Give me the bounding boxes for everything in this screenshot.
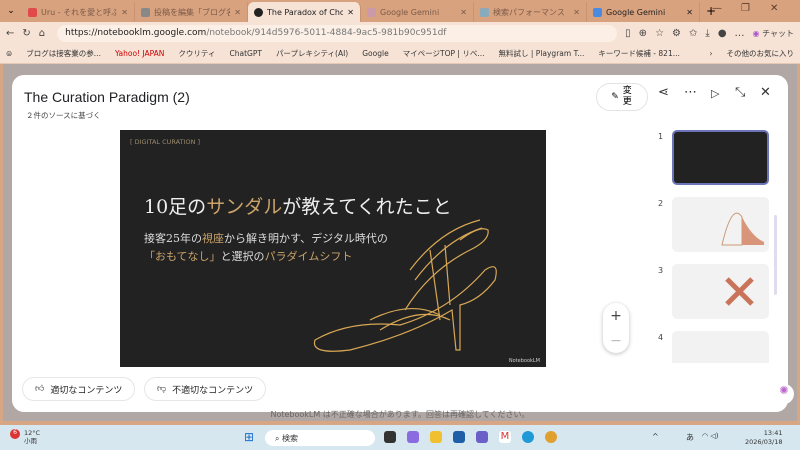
copilot-icon[interactable] (407, 431, 419, 443)
file-explorer-icon[interactable] (430, 431, 442, 443)
slide-tag: [ DIGITAL CURATION ] (130, 138, 201, 146)
notebooklm-watermark: NotebookLM (508, 358, 540, 364)
search-console-icon (480, 7, 489, 17)
bookmark[interactable]: Yahoo! JAPAN (115, 49, 164, 58)
slide-preview: [ DIGITAL CURATION ] 10足のサンダルが教えてくれたこと 接… (120, 130, 546, 367)
close-window-button[interactable]: ✕ (770, 3, 778, 14)
thumbnail-scrollbar[interactable] (774, 215, 777, 295)
zoom-controls: + − (603, 303, 629, 353)
thumbnail-1[interactable]: 1 (652, 130, 772, 197)
clock[interactable]: 13:41 2026/03/18 (745, 429, 782, 447)
refresh-icon[interactable]: ↻ (22, 28, 30, 39)
profile-icon[interactable]: ● (718, 28, 727, 39)
tab-active[interactable]: The Paradox of Choice in✕ (248, 2, 361, 22)
zoom-icon[interactable]: ⊕ (639, 28, 647, 39)
ime-indicator[interactable]: あ (686, 432, 694, 443)
bookmark[interactable]: ブログは接客業の参... (26, 48, 101, 59)
gemini-icon (367, 7, 376, 17)
gemini-assistant-icon[interactable]: ✺ (774, 384, 794, 404)
favorite-icon[interactable]: ☆ (655, 28, 664, 39)
collections-icon[interactable]: ⊜ (6, 49, 12, 58)
more-icon[interactable]: … (735, 28, 745, 39)
reader-icon[interactable]: ▯ (625, 28, 631, 39)
taskbar: 6 12°C 小雨 ⊞ ⌕ 検索 M ^ あ ◠ ◁) 13:41 2026/03/… (0, 425, 800, 450)
pencil-icon: ✎ (611, 92, 619, 102)
copilot-icon: ◉ (752, 28, 760, 38)
close-icon[interactable]: ✕ (760, 85, 771, 100)
windows-start-icon[interactable]: ⊞ (244, 430, 254, 444)
url-input[interactable]: https://notebooklm.google.com/notebook/9… (57, 24, 618, 42)
taskbar-search[interactable]: ⌕ 検索 (265, 430, 375, 446)
home-icon[interactable]: ⌂ (39, 28, 45, 39)
sandal-illustration (313, 219, 497, 352)
thumbnail-2[interactable]: 2 (652, 197, 772, 264)
gemini-icon (593, 7, 602, 17)
chevron-right-icon[interactable]: › (710, 49, 713, 58)
more-options-icon[interactable]: ⋯ (684, 85, 697, 100)
address-bar-row: ← ↻ ⌂ https://notebooklm.google.com/note… (0, 22, 800, 44)
thumbnail-3[interactable]: 3 (652, 264, 772, 331)
back-icon[interactable]: ← (6, 28, 14, 39)
notebooklm-icon (254, 7, 263, 17)
copilot-button[interactable]: ◉ チャット (753, 28, 794, 39)
tab-bar: ⌄ Uru - それを愛と呼ぶなら✕ 投稿を編集「ブログ名の✕ The Para… (0, 0, 800, 22)
zoom-in-button[interactable]: + (610, 308, 622, 324)
slide-viewer-dialog: The Curation Paradigm (2) ２件のソースに基づく ✎ 変更… (12, 75, 788, 412)
edit-button[interactable]: ✎ 変更 (596, 83, 648, 111)
thumbnail-chart (721, 212, 764, 246)
tab[interactable]: 検索パフォーマンス ✕ (474, 2, 587, 22)
thumbs-up-icon: 👍︎ (35, 384, 45, 394)
play-icon[interactable]: ▷ (711, 87, 719, 100)
network-volume-icon[interactable]: ◠ ◁) (702, 432, 718, 440)
tab[interactable]: Google Gemini ✕ (361, 2, 474, 22)
thumbnail-image (672, 264, 769, 319)
weather-widget[interactable]: 6 12°C 小雨 (10, 429, 40, 445)
dialog-title: The Curation Paradigm (2) (24, 89, 190, 105)
thumbnail-cross (725, 277, 754, 306)
youtube-icon (28, 7, 37, 17)
chrome-icon[interactable] (545, 431, 557, 443)
thumbnail-image (672, 130, 769, 185)
thumbnail-4[interactable]: 4 (652, 331, 772, 398)
thumbnail-image (672, 197, 769, 252)
tray-chevron-icon[interactable]: ^ (652, 432, 659, 441)
collapse-icon[interactable]: ⤡ (735, 85, 745, 100)
bookmark[interactable]: キーワード候補 - 821... (598, 48, 679, 59)
maximize-button[interactable]: ❐ (741, 3, 750, 14)
teams-icon[interactable] (476, 431, 488, 443)
edge-icon[interactable] (522, 431, 534, 443)
wordpress-icon (141, 7, 150, 17)
bookmarks-bar: ⊜ ブログは接客業の参... Yahoo! JAPAN クウリティ ChatGP… (0, 44, 800, 64)
zoom-out-button[interactable]: − (610, 333, 622, 349)
taskview-icon[interactable] (384, 431, 396, 443)
bookmark[interactable]: Google (362, 49, 388, 58)
disclaimer: NotebookLM は不正確な場合があります。回答は再確認してください。 (270, 410, 530, 419)
good-content-button[interactable]: 👍︎ 適切なコンテンツ (22, 377, 136, 401)
tab[interactable]: Google Gemini ✕ (587, 2, 700, 22)
other-bookmarks[interactable]: その他のお気に入り (727, 48, 795, 59)
search-icon: ⌕ (275, 434, 280, 443)
tab[interactable]: Uru - それを愛と呼ぶなら✕ (22, 2, 135, 22)
bookmark[interactable]: 無料試し | Playgram T... (499, 48, 585, 59)
download-icon[interactable]: ⤓ (705, 28, 709, 39)
tab[interactable]: 投稿を編集「ブログ名の✕ (135, 2, 248, 22)
store-icon[interactable] (453, 431, 465, 443)
extensions-icon[interactable]: ⚙ (672, 28, 681, 39)
favorites-icon[interactable]: ✩ (689, 28, 697, 39)
bookmark[interactable]: ChatGPT (229, 49, 261, 58)
slide-thumbnails: 1 2 3 4 (652, 130, 772, 398)
share-icon[interactable]: ⋖ (658, 85, 669, 100)
bad-content-button[interactable]: 👎︎ 不適切なコンテンツ (144, 377, 267, 401)
bookmark[interactable]: クウリティ (178, 48, 215, 59)
bookmark[interactable]: マイページTOP | リベ... (403, 48, 485, 59)
tab-list-icon[interactable]: ⌄ (0, 6, 22, 16)
minimize-button[interactable]: — (712, 3, 722, 14)
bookmark[interactable]: パープレキシティ(AI) (276, 48, 348, 59)
thumbs-down-icon: 👎︎ (157, 384, 167, 394)
thumbnail-image (672, 331, 769, 363)
gmail-icon[interactable]: M (499, 431, 511, 443)
source-count: ２件のソースに基づく (26, 111, 101, 120)
